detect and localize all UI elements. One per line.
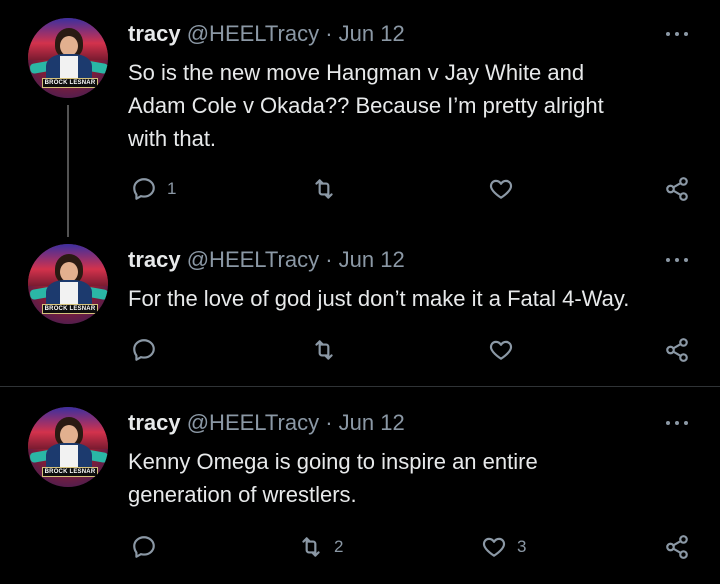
like-button[interactable]: 3 <box>481 532 526 562</box>
tweet-text: For the love of god just don’t make it a… <box>128 282 708 315</box>
reply-count: 1 <box>167 179 177 198</box>
separator: · <box>325 410 333 435</box>
share-icon <box>666 177 688 201</box>
retweet-icon <box>315 179 333 199</box>
tweet-text: So is the new move Hangman v Jay White a… <box>128 56 708 155</box>
share-icon <box>666 535 688 559</box>
avatar-banner-text: BROCK LESNAR <box>44 80 96 86</box>
like-count: 3 <box>517 537 527 556</box>
avatar[interactable]: BROCK LESNAR <box>28 18 108 98</box>
like-button[interactable] <box>488 335 524 365</box>
tweet-text-line: Kenny Omega is going to inspire an entir… <box>128 449 538 474</box>
more-icon[interactable] <box>666 30 692 38</box>
reply-button[interactable] <box>131 335 167 365</box>
like-button[interactable] <box>488 174 524 204</box>
avatar-banner-text: BROCK LESNAR <box>44 469 96 475</box>
retweet-icon <box>315 340 333 360</box>
timestamp[interactable]: Jun 12 <box>339 410 405 435</box>
display-name[interactable]: tracy <box>128 410 181 435</box>
reply-icon <box>133 536 155 558</box>
tweet-text: Kenny Omega is going to inspire an entir… <box>128 445 708 511</box>
user-handle[interactable]: @HEELTracy <box>187 410 319 435</box>
avatar[interactable]: BROCK LESNAR <box>28 244 108 324</box>
tweet-actions: 1 <box>0 174 720 204</box>
heart-icon <box>489 179 513 199</box>
avatar[interactable]: BROCK LESNAR <box>28 407 108 487</box>
avatar-banner-text: BROCK LESNAR <box>44 306 96 312</box>
share-button[interactable] <box>664 174 690 204</box>
more-icon[interactable] <box>666 419 692 427</box>
timestamp[interactable]: Jun 12 <box>339 247 405 272</box>
separator: · <box>325 21 333 46</box>
retweet-count: 2 <box>334 537 344 556</box>
reply-button[interactable] <box>131 532 167 562</box>
tweet-divider <box>0 386 720 387</box>
retweet-button[interactable] <box>311 174 347 204</box>
thread-line <box>67 105 69 237</box>
more-icon[interactable] <box>666 256 692 264</box>
tweet-text-line: So is the new move Hangman v Jay White a… <box>128 60 585 85</box>
reply-button[interactable]: 1 <box>131 174 176 204</box>
display-name[interactable]: tracy <box>128 247 181 272</box>
retweet-icon <box>302 537 320 557</box>
separator: · <box>325 247 333 272</box>
tweet-text-line: Adam Cole v Okada?? Because I’m pretty a… <box>128 93 604 118</box>
tweet-text-line: For the love of god just don’t make it a… <box>128 286 630 311</box>
display-name[interactable]: tracy <box>128 21 181 46</box>
heart-icon <box>489 340 513 360</box>
tweet-header: tracy @HEELTracy · Jun 12 <box>128 410 405 436</box>
tweet-actions <box>0 335 720 365</box>
timestamp[interactable]: Jun 12 <box>339 21 405 46</box>
reply-icon <box>133 178 155 200</box>
tweet-header: tracy @HEELTracy · Jun 12 <box>128 247 405 273</box>
retweet-button[interactable]: 2 <box>298 532 343 562</box>
retweet-button[interactable] <box>311 335 347 365</box>
tweet-text-line: generation of wrestlers. <box>128 482 357 507</box>
tweet-text-line: with that. <box>128 126 217 151</box>
user-handle[interactable]: @HEELTracy <box>187 21 319 46</box>
user-handle[interactable]: @HEELTracy <box>187 247 319 272</box>
reply-icon <box>133 339 155 361</box>
tweet-actions: 2 3 <box>0 532 720 562</box>
share-icon <box>666 338 688 362</box>
heart-icon <box>482 537 506 557</box>
share-button[interactable] <box>664 532 690 562</box>
share-button[interactable] <box>664 335 690 365</box>
tweet-header: tracy @HEELTracy · Jun 12 <box>128 21 405 47</box>
